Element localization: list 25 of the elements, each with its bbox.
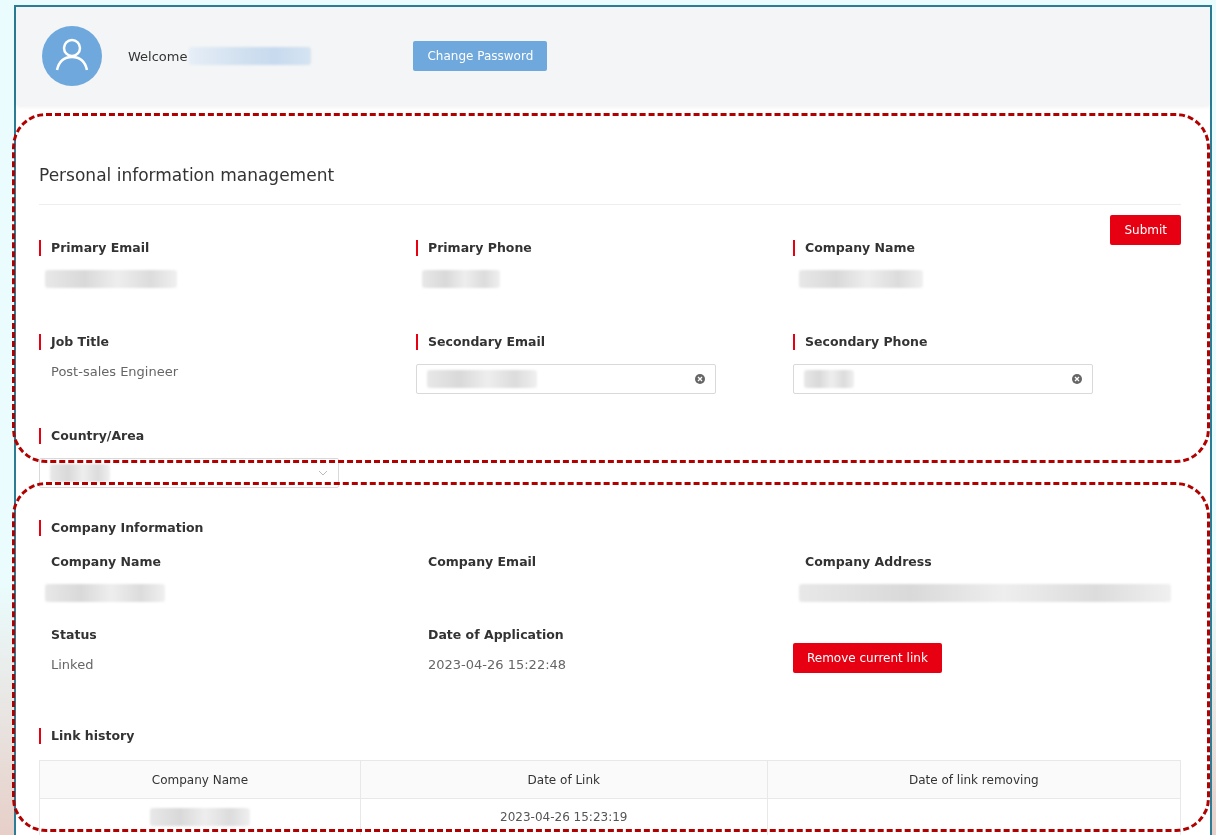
column-header: Date of Link (360, 760, 768, 799)
field-label: Company Email (427, 554, 537, 570)
field-label: Country/Area (39, 428, 145, 444)
column-header: Date of link removing (767, 760, 1181, 799)
field-label: Date of Application (427, 627, 564, 643)
remove-link-button[interactable]: Remove current link (793, 643, 942, 673)
field-label: Company Address (804, 554, 932, 570)
field-label: Primary Phone (416, 240, 532, 256)
field-label: Primary Email (39, 240, 150, 256)
submit-button[interactable]: Submit (1110, 215, 1181, 245)
field-label: Secondary Phone (793, 334, 928, 350)
section-title: Company Information (39, 520, 204, 536)
section-title: Link history (39, 728, 135, 744)
field-value: 2023-04-26 15:22:48 (427, 657, 568, 672)
change-password-button[interactable]: Change Password (413, 41, 548, 71)
field-label: Company Name (793, 240, 915, 256)
column-header: Company Name (39, 760, 361, 799)
field-label: Status (50, 627, 97, 643)
field-label: Secondary Email (416, 334, 545, 350)
field-value: Linked (50, 657, 95, 672)
page-title: Personal information management (39, 131, 1181, 205)
field-value: Post-sales Engineer (50, 364, 180, 379)
field-label: Job Title (39, 334, 110, 350)
field-label: Company Name (50, 554, 161, 570)
welcome-text: Welcome (128, 48, 188, 64)
